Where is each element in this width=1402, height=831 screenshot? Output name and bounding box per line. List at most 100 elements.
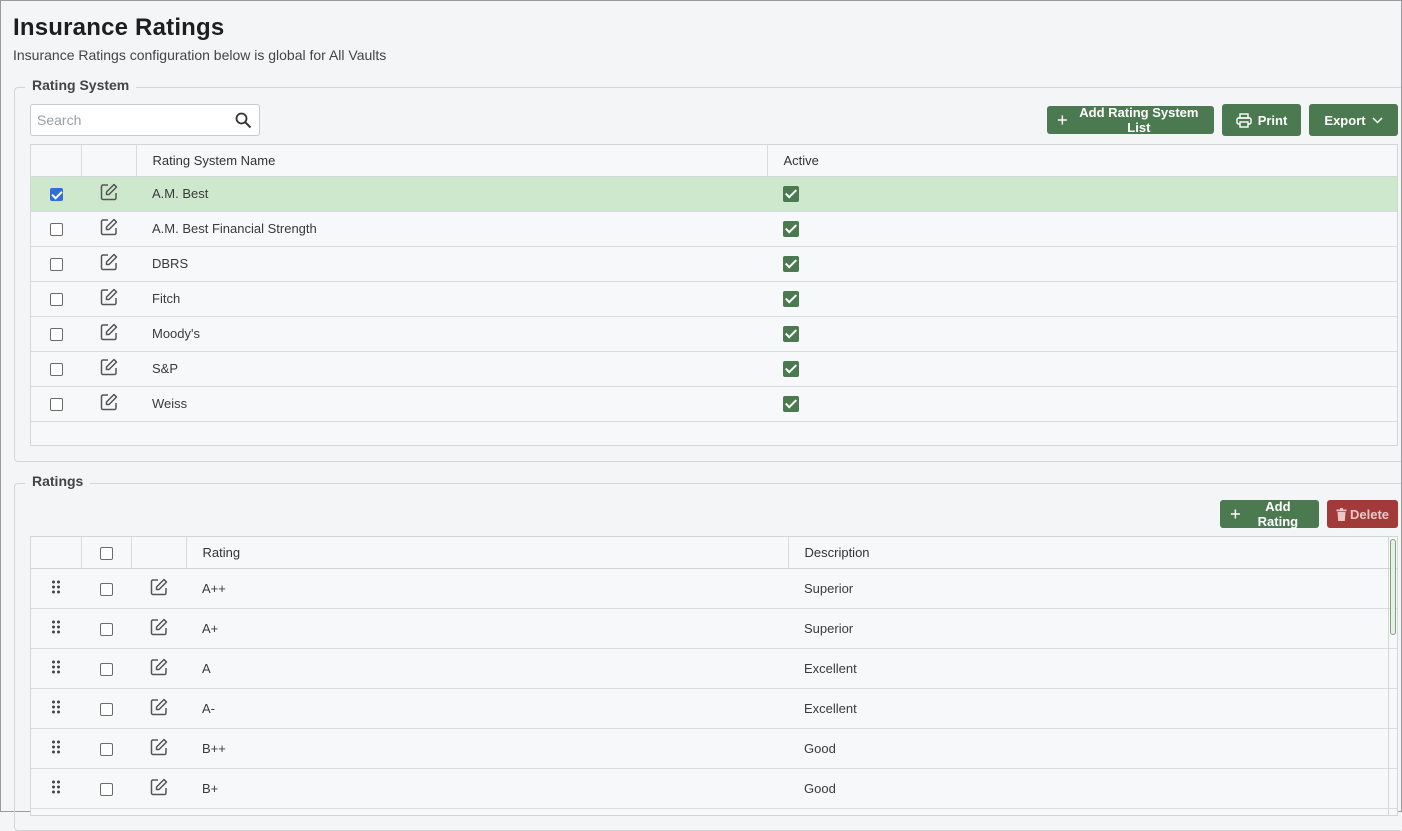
rating-system-row[interactable]: Moody's	[31, 316, 1397, 352]
column-header-rating-system-name[interactable]: Rating System Name	[136, 145, 768, 177]
column-header-edit	[131, 537, 187, 569]
row-checkbox[interactable]	[99, 742, 113, 756]
rating-row[interactable]: B+ Good	[31, 768, 1397, 809]
row-edit-cell	[131, 728, 186, 769]
add-rating-system-list-label: Add Rating System List	[1079, 105, 1199, 135]
drag-handle-icon[interactable]	[51, 740, 61, 757]
active-checkbox[interactable]	[783, 325, 799, 342]
empty-row	[31, 421, 1397, 456]
page-subtitle: Insurance Ratings configuration below is…	[13, 47, 387, 63]
row-select-cell	[81, 768, 131, 809]
row-select-cell	[31, 386, 81, 422]
edit-icon[interactable]	[100, 323, 118, 344]
row-edit-cell	[81, 176, 136, 212]
rating-system-row[interactable]: A.M. Best	[31, 176, 1397, 212]
rating-row[interactable]: A- Excellent	[31, 688, 1397, 729]
rating-system-row[interactable]: DBRS	[31, 246, 1397, 282]
column-header-description[interactable]: Description	[788, 537, 1397, 569]
print-button[interactable]: Print	[1222, 104, 1301, 136]
row-select-cell	[81, 608, 131, 649]
row-select-cell	[81, 688, 131, 729]
add-rating-label: Add Rating	[1257, 499, 1299, 529]
scrollbar-thumb[interactable]	[1390, 539, 1396, 635]
drag-handle-icon[interactable]	[51, 660, 61, 677]
row-checkbox[interactable]	[49, 293, 63, 307]
search-input[interactable]	[31, 105, 226, 135]
edit-icon[interactable]	[150, 698, 168, 719]
edit-icon[interactable]	[100, 288, 118, 309]
active-cell	[767, 316, 1397, 352]
active-checkbox[interactable]	[783, 395, 799, 412]
rating-row[interactable]: A++ Superior	[31, 568, 1397, 609]
ratings-scrollbar[interactable]	[1388, 537, 1396, 815]
chevron-down-icon	[1372, 116, 1383, 124]
rating-value: A-	[186, 688, 788, 729]
rating-row[interactable]: B++ Good	[31, 728, 1397, 769]
row-checkbox[interactable]	[99, 782, 113, 796]
row-edit-cell	[81, 386, 136, 422]
add-rating-button[interactable]: Add Rating	[1220, 499, 1319, 529]
row-checkbox[interactable]	[99, 662, 113, 676]
row-checkbox[interactable]	[49, 363, 63, 377]
column-header-active[interactable]: Active	[767, 145, 1397, 177]
edit-icon[interactable]	[150, 578, 168, 599]
rating-description: Excellent	[788, 648, 1397, 689]
edit-icon[interactable]	[100, 393, 118, 414]
plus-icon	[1057, 115, 1067, 125]
rating-system-row[interactable]: Fitch	[31, 281, 1397, 317]
rating-system-name: S&P	[136, 351, 767, 387]
rating-system-row[interactable]: Weiss	[31, 386, 1397, 422]
rating-system-legend: Rating System	[25, 77, 137, 93]
active-checkbox[interactable]	[783, 290, 799, 307]
row-select-cell	[31, 246, 81, 282]
rating-description: Excellent	[788, 688, 1397, 729]
export-label: Export	[1324, 112, 1366, 128]
edit-icon[interactable]	[150, 658, 168, 679]
edit-icon[interactable]	[150, 618, 168, 639]
active-checkbox[interactable]	[783, 360, 799, 377]
rating-description: Superior	[788, 568, 1397, 609]
rating-system-row[interactable]: S&P	[31, 351, 1397, 387]
row-edit-cell	[81, 281, 136, 317]
edit-icon[interactable]	[100, 253, 118, 274]
edit-icon[interactable]	[150, 778, 168, 799]
row-checkbox[interactable]	[49, 328, 63, 342]
row-checkbox[interactable]	[49, 223, 63, 237]
rating-system-row[interactable]: A.M. Best Financial Strength	[31, 211, 1397, 247]
select-all-checkbox[interactable]	[99, 546, 113, 560]
row-checkbox[interactable]	[99, 582, 113, 596]
row-checkbox[interactable]	[49, 398, 63, 412]
add-rating-system-list-button[interactable]: Add Rating System List	[1047, 105, 1214, 135]
drag-handle-icon[interactable]	[51, 580, 61, 597]
column-header-rating[interactable]: Rating	[186, 537, 789, 569]
row-edit-cell	[131, 768, 186, 809]
rating-row[interactable]: A+ Superior	[31, 608, 1397, 649]
rating-description: Superior	[788, 608, 1397, 649]
row-edit-cell	[81, 211, 136, 247]
row-edit-cell	[131, 568, 186, 609]
rating-row[interactable]: A Excellent	[31, 648, 1397, 689]
row-select-cell	[31, 176, 81, 212]
drag-handle-icon[interactable]	[51, 620, 61, 637]
row-drag-cell	[31, 728, 81, 769]
active-checkbox[interactable]	[783, 255, 799, 272]
drag-handle-icon[interactable]	[51, 780, 61, 797]
column-header-drag	[31, 537, 82, 569]
active-checkbox[interactable]	[783, 220, 799, 237]
row-checkbox[interactable]	[49, 188, 63, 202]
active-checkbox[interactable]	[783, 185, 799, 202]
row-select-cell	[81, 568, 131, 609]
row-checkbox[interactable]	[99, 702, 113, 716]
edit-icon[interactable]	[100, 183, 118, 204]
delete-button[interactable]: Delete	[1327, 500, 1398, 528]
drag-handle-icon[interactable]	[51, 700, 61, 717]
export-dropdown-button[interactable]: Export	[1309, 104, 1398, 136]
rating-system-name: Moody's	[136, 316, 767, 352]
edit-icon[interactable]	[100, 358, 118, 379]
row-checkbox[interactable]	[99, 622, 113, 636]
edit-icon[interactable]	[100, 218, 118, 239]
edit-icon[interactable]	[150, 738, 168, 759]
search-icon[interactable]	[235, 112, 252, 134]
row-checkbox[interactable]	[49, 258, 63, 272]
active-cell	[767, 176, 1397, 212]
